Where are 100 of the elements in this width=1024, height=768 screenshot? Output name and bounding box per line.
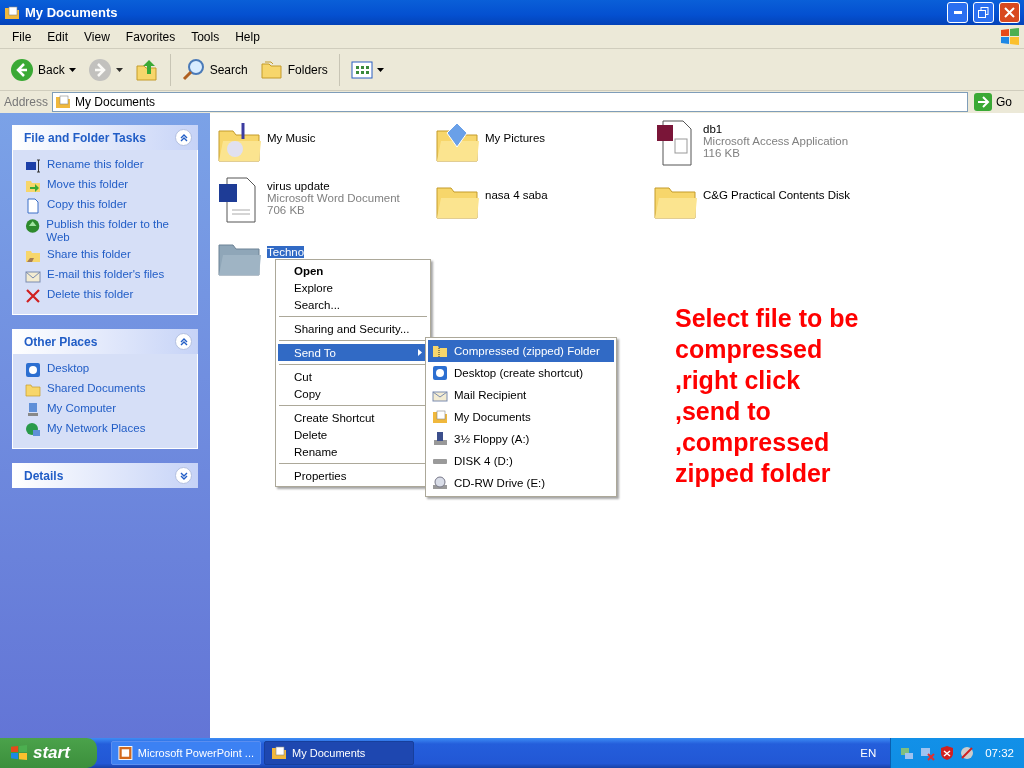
restore-icon [978, 7, 989, 18]
computer-icon [25, 402, 41, 418]
windows-logo-icon [1000, 27, 1020, 46]
file-name[interactable]: db1 [703, 123, 723, 135]
task-link[interactable]: Publish this folder to the Web [46, 218, 189, 244]
network-error-icon[interactable] [919, 745, 936, 761]
menu-item[interactable]: DISK 4 (D:) [428, 450, 614, 472]
shared-folder-icon [25, 248, 41, 264]
delete-icon [25, 288, 41, 304]
clock: 07:32 [985, 747, 1014, 759]
task-link[interactable]: Shared Documents [47, 382, 146, 395]
menu-item[interactable]: CD-RW Drive (E:) [428, 472, 614, 494]
back-button[interactable]: Back [6, 52, 80, 87]
menu-item[interactable]: Open [278, 262, 428, 279]
menu-item[interactable]: Mail Recipient [428, 384, 614, 406]
menu-item[interactable]: Cut [278, 368, 428, 385]
cd-drive-icon [432, 475, 448, 491]
file-size: 706 KB [267, 204, 306, 216]
menu-item[interactable]: Help [227, 29, 268, 44]
documents-folder-icon [4, 4, 20, 21]
chevron-down-icon [179, 471, 188, 480]
task-link[interactable]: My Network Places [47, 422, 146, 435]
menu-item[interactable]: Sharing and Security... [278, 320, 428, 337]
desktop-icon [432, 365, 448, 381]
menu-item[interactable]: Send To [278, 344, 428, 361]
menu-item[interactable]: My Documents [428, 406, 614, 428]
task-link[interactable]: Rename this folder [47, 158, 144, 171]
floppy-drive-icon [432, 431, 448, 447]
menu-item[interactable]: Edit [39, 29, 77, 44]
file-type: Microsoft Word Document [267, 192, 400, 204]
caret-icon [376, 67, 384, 72]
file-size: 116 KB [703, 147, 741, 159]
chevron-up-icon [179, 133, 188, 142]
caret-icon [68, 67, 76, 72]
menu-item[interactable]: Compressed (zipped) Folder [428, 340, 614, 362]
task-link[interactable]: Delete this folder [47, 288, 134, 301]
annotation-text: Select file to be compressed ,right click ,send to ,compressed zipped folder [675, 303, 859, 489]
minimize-icon [953, 11, 962, 14]
folders-button[interactable]: Folders [255, 52, 332, 87]
views-icon [350, 60, 373, 79]
file-name[interactable]: Techno [267, 246, 305, 258]
presentation-icon [118, 745, 133, 761]
panel-title: Details [24, 468, 64, 483]
search-icon [181, 57, 206, 82]
menu-item[interactable]: 3½ Floppy (A:) [428, 428, 614, 450]
address-label: Address [4, 95, 49, 109]
taskbar-button[interactable]: My Documents [264, 741, 414, 765]
file-name[interactable]: nasa 4 saba [485, 189, 548, 201]
task-link[interactable]: E-mail this folder's files [47, 268, 165, 281]
task-link[interactable]: Move this folder [47, 178, 129, 191]
menu-item[interactable]: Search... [278, 296, 428, 313]
menu-item[interactable]: Tools [183, 29, 228, 44]
close-icon [1004, 7, 1015, 18]
menu-item[interactable]: Explore [278, 279, 428, 296]
file-name[interactable]: C&G Practical Contents Disk [703, 189, 850, 201]
collapse-button[interactable] [175, 333, 192, 350]
desktop-icon [25, 362, 41, 378]
panel-header[interactable]: Details [12, 463, 198, 488]
collapse-button[interactable] [175, 129, 192, 146]
language-indicator[interactable]: EN [860, 747, 877, 759]
file-name[interactable]: virus update [267, 180, 330, 192]
folder-icon [25, 382, 41, 398]
zip-folder-icon [432, 343, 448, 359]
go-arrow-icon [974, 93, 992, 111]
address-field[interactable]: My Documents [52, 92, 968, 112]
close-button[interactable] [999, 2, 1020, 23]
menu-item[interactable]: Desktop (create shortcut) [428, 362, 614, 384]
taskbar-button[interactable]: Microsoft PowerPoint ... [111, 741, 261, 765]
menu-item[interactable]: Copy [278, 385, 428, 402]
menu-item[interactable]: Favorites [117, 29, 184, 44]
restore-button[interactable] [973, 2, 994, 23]
menu-item[interactable]: Rename [278, 443, 428, 460]
rename-icon [25, 158, 41, 174]
menu-item[interactable]: Properties [278, 467, 428, 484]
minimize-button[interactable] [947, 2, 968, 23]
window-title: My Documents [25, 5, 119, 20]
caret-icon [115, 67, 123, 72]
search-button[interactable]: Search [177, 52, 252, 87]
expand-button[interactable] [175, 467, 192, 484]
menu-item[interactable]: File [4, 29, 40, 44]
go-button[interactable]: Go [972, 93, 1020, 111]
start-button[interactable]: start [0, 738, 97, 768]
file-name[interactable]: My Pictures [485, 132, 546, 144]
menu-item[interactable]: Delete [278, 426, 428, 443]
documents-folder-icon [432, 409, 448, 425]
page-icon [25, 198, 41, 214]
panel-header[interactable]: File and Folder Tasks [12, 125, 198, 150]
task-link[interactable]: My Computer [47, 402, 117, 415]
task-link[interactable]: Share this folder [47, 248, 131, 261]
task-link[interactable]: Copy this folder [47, 198, 127, 211]
shield-icon[interactable] [939, 745, 956, 761]
panel-title: Other Places [24, 334, 98, 349]
menu-item[interactable]: Create Shortcut [278, 409, 428, 426]
file-name[interactable]: My Music [267, 132, 316, 144]
menu-item[interactable]: View [76, 29, 118, 44]
globe-icon [25, 218, 41, 234]
task-link[interactable]: Desktop [47, 362, 90, 375]
network-icon [25, 422, 41, 438]
panel-header[interactable]: Other Places [12, 329, 198, 354]
windows-logo-icon [10, 745, 28, 761]
